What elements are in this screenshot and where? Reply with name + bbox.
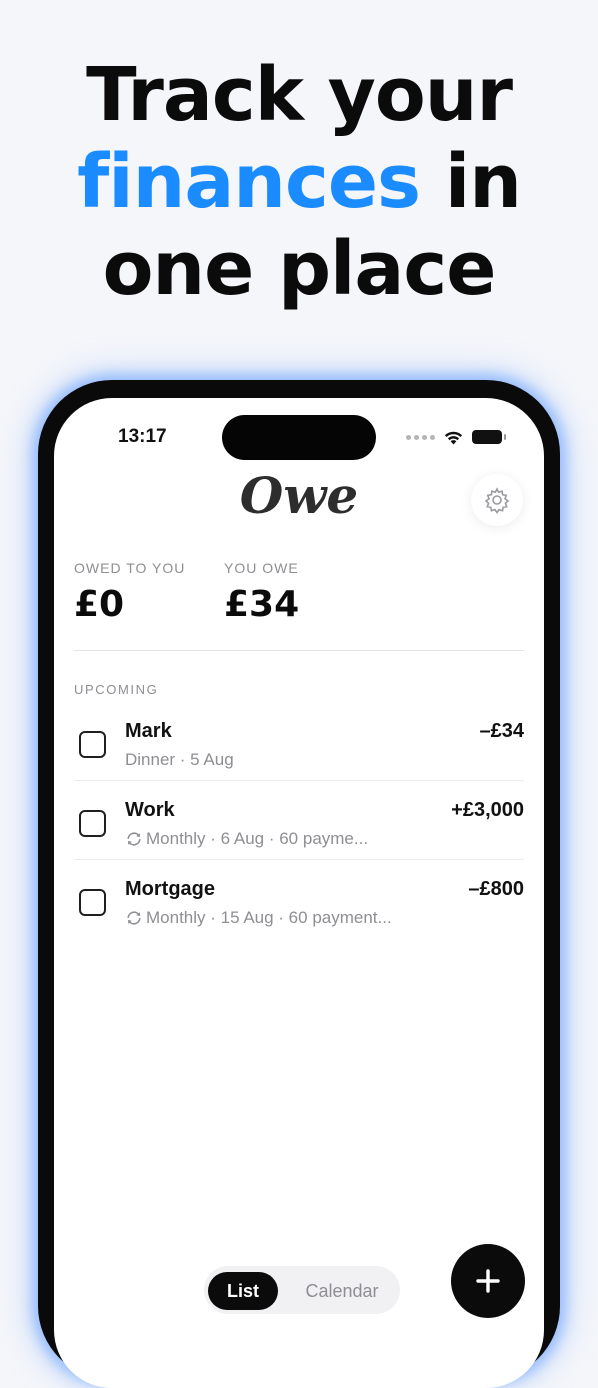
item-subtitle: Monthly · 15 Aug · 60 payment... [125, 908, 392, 928]
you-owe-label: YOU OWE [224, 560, 299, 576]
status-icons [406, 427, 506, 447]
repeat-icon [127, 832, 141, 846]
status-time: 13:17 [118, 426, 167, 447]
item-amount: –£34 [479, 720, 525, 742]
summary-divider [74, 650, 524, 651]
headline-line-2-rest: in [420, 139, 522, 225]
item-checkbox[interactable] [79, 889, 106, 916]
item-checkbox[interactable] [79, 731, 106, 758]
you-owe-value: £34 [224, 584, 300, 625]
item-amount: +£3,000 [451, 799, 524, 821]
list-item[interactable]: Mark Dinner · 5 Aug –£34 [74, 702, 524, 781]
tab-list[interactable]: List [208, 1272, 278, 1310]
marketing-headline: Track your finances in one place [0, 52, 598, 313]
battery-icon [472, 430, 506, 444]
owed-to-you-value: £0 [74, 584, 125, 625]
repeat-icon [127, 911, 141, 925]
dynamic-island [222, 415, 376, 460]
list-item[interactable]: Mortgage Monthly · 15 Aug · 60 payment..… [74, 860, 524, 939]
headline-line-3: one place [102, 226, 497, 312]
item-amount: –£800 [468, 878, 524, 900]
add-button[interactable] [451, 1244, 525, 1318]
item-title: Mortgage [125, 878, 215, 900]
item-subtitle: Dinner · 5 Aug [125, 750, 234, 770]
settings-button[interactable] [471, 474, 523, 526]
headline-line-1: Track your [86, 52, 513, 138]
owed-to-you-label: OWED TO YOU [74, 560, 186, 576]
plus-icon [476, 1269, 500, 1293]
item-checkbox[interactable] [79, 810, 106, 837]
item-title: Work [125, 799, 175, 821]
view-toggle: List Calendar [204, 1266, 400, 1314]
item-title: Mark [125, 720, 172, 742]
item-subtitle-text: Monthly · 15 Aug · 60 payment... [146, 908, 392, 927]
item-subtitle-text: Dinner · 5 Aug [125, 750, 234, 769]
headline-accent-word: finances [77, 139, 421, 225]
upcoming-label: UPCOMING [74, 682, 159, 697]
phone-screen: 13:17 Owe OWED TO YOU £0 YOU OWE £34 UPC… [54, 398, 544, 1388]
headline-line-2: finances in [0, 139, 598, 226]
item-subtitle-text: Monthly · 6 Aug · 60 payme... [146, 829, 369, 848]
gear-icon [484, 487, 510, 514]
item-subtitle: Monthly · 6 Aug · 60 payme... [125, 829, 368, 849]
signal-icon [406, 434, 435, 440]
list-item[interactable]: Work Monthly · 6 Aug · 60 payme... +£3,0… [74, 781, 524, 860]
tab-calendar[interactable]: Calendar [292, 1272, 392, 1310]
wifi-icon [444, 431, 463, 445]
phone-frame: 13:17 Owe OWED TO YOU £0 YOU OWE £34 UPC… [38, 380, 560, 1388]
